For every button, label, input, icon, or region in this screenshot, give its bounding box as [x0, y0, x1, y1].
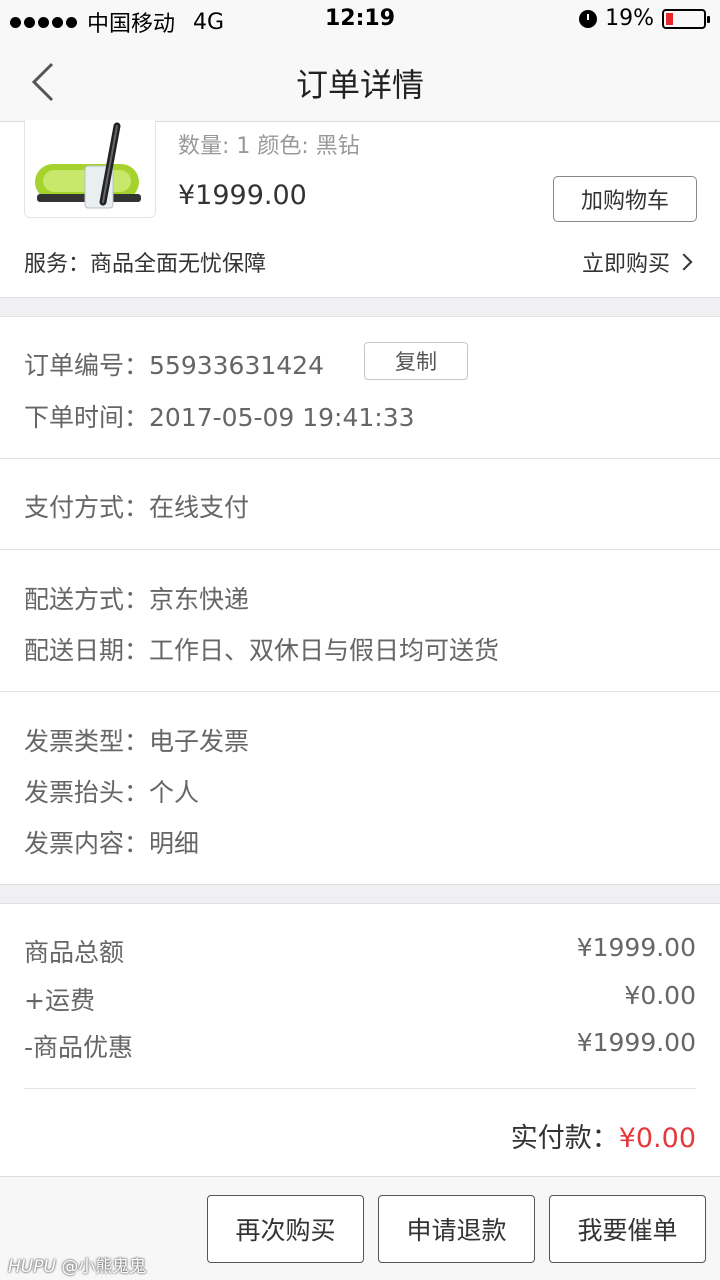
order-time-label: 下单时间： — [24, 403, 150, 432]
divider — [0, 549, 720, 550]
product-card: 数量: 1 颜色: 黑钻 ¥1999.00 加购物车 服务：商品全面无忧保障 立… — [0, 120, 720, 298]
invoice-content-row: 发票内容：明细 — [24, 824, 199, 860]
divider — [0, 458, 720, 459]
divider — [24, 1088, 696, 1089]
order-number-value: 55933631424 — [149, 351, 324, 380]
buy-now-label: 立即购买 — [581, 252, 670, 277]
product-spec: 数量: 1 颜色: 黑钻 — [178, 134, 360, 159]
discount-value: ¥1999.00 — [576, 1028, 696, 1057]
product-price: ¥1999.00 — [178, 180, 307, 211]
invoice-title-label: 发票抬头： — [24, 778, 150, 807]
toothbrush-image-icon — [35, 122, 141, 209]
invoice-title-value: 个人 — [149, 778, 200, 807]
payment-value: 在线支付 — [149, 493, 250, 522]
copy-button[interactable]: 复制 — [364, 342, 468, 380]
product-image[interactable] — [24, 120, 156, 218]
invoice-type-value: 电子发票 — [149, 727, 250, 756]
status-bar: 中国移动 4G 12:19 19% — [0, 0, 720, 40]
invoice-content-value: 明细 — [149, 829, 200, 858]
shipping-label: +运费 — [24, 986, 95, 1015]
section-gap — [0, 884, 720, 904]
delivery-method-row: 配送方式：京东快递 — [24, 580, 249, 616]
order-time-row: 下单时间：2017-05-09 19:41:33 — [24, 398, 415, 434]
discount-label: -商品优惠 — [24, 1033, 134, 1062]
section-gap — [0, 297, 720, 317]
urge-order-button[interactable]: 我要催单 — [549, 1195, 706, 1263]
order-time-value: 2017-05-09 19:41:33 — [149, 403, 415, 432]
buy-now-link[interactable]: 立即购买 — [582, 246, 694, 278]
paid-label: 实付款： — [510, 1123, 619, 1154]
page-title: 订单详情 — [295, 66, 424, 104]
battery-percent: 19% — [605, 6, 654, 31]
order-number-row: 订单编号：55933631424 — [24, 346, 324, 382]
invoice-type-label: 发票类型： — [24, 727, 150, 756]
refund-button[interactable]: 申请退款 — [378, 1195, 535, 1263]
shipping-value: ¥0.00 — [624, 981, 696, 1010]
invoice-type-row: 发票类型：电子发票 — [24, 722, 249, 758]
delivery-date-row: 配送日期：工作日、双休日与假日均可送货 — [24, 631, 499, 667]
watermark-author: @小熊鬼鬼 — [61, 1257, 147, 1277]
delivery-method-label: 配送方式： — [24, 585, 150, 614]
invoice-title-row: 发票抬头：个人 — [24, 773, 199, 809]
rebuy-button[interactable]: 再次购买 — [207, 1195, 364, 1263]
paid-amount: 实付款：¥0.00 — [511, 1116, 696, 1155]
order-info-section: 订单编号：55933631424 复制 下单时间：2017-05-09 19:4… — [0, 318, 720, 878]
delivery-date-value: 工作日、双休日与假日均可送货 — [149, 636, 500, 665]
invoice-content-label: 发票内容： — [24, 829, 150, 858]
add-to-cart-button[interactable]: 加购物车 — [553, 176, 697, 222]
goods-total-value: ¥1999.00 — [576, 933, 696, 962]
price-summary-section: 商品总额 ¥1999.00 +运费 ¥0.00 -商品优惠 ¥1999.00 实… — [0, 904, 720, 1176]
payment-row: 支付方式：在线支付 — [24, 488, 249, 524]
paid-value: ¥0.00 — [618, 1123, 696, 1154]
chevron-right-icon — [675, 253, 693, 271]
watermark-brand: HUPU — [8, 1257, 56, 1277]
divider — [0, 691, 720, 692]
service-guarantee: 服务：商品全面无忧保障 — [24, 252, 267, 277]
delivery-method-value: 京东快递 — [149, 585, 250, 614]
alarm-icon — [579, 9, 598, 28]
battery-icon — [662, 8, 710, 29]
order-number-label: 订单编号： — [24, 351, 150, 380]
nav-bar: 订单详情 — [0, 40, 720, 122]
delivery-date-label: 配送日期： — [24, 636, 150, 665]
payment-label: 支付方式： — [24, 493, 150, 522]
watermark: HUPU @小熊鬼鬼 — [8, 1252, 146, 1277]
goods-total-label: 商品总额 — [24, 938, 125, 967]
